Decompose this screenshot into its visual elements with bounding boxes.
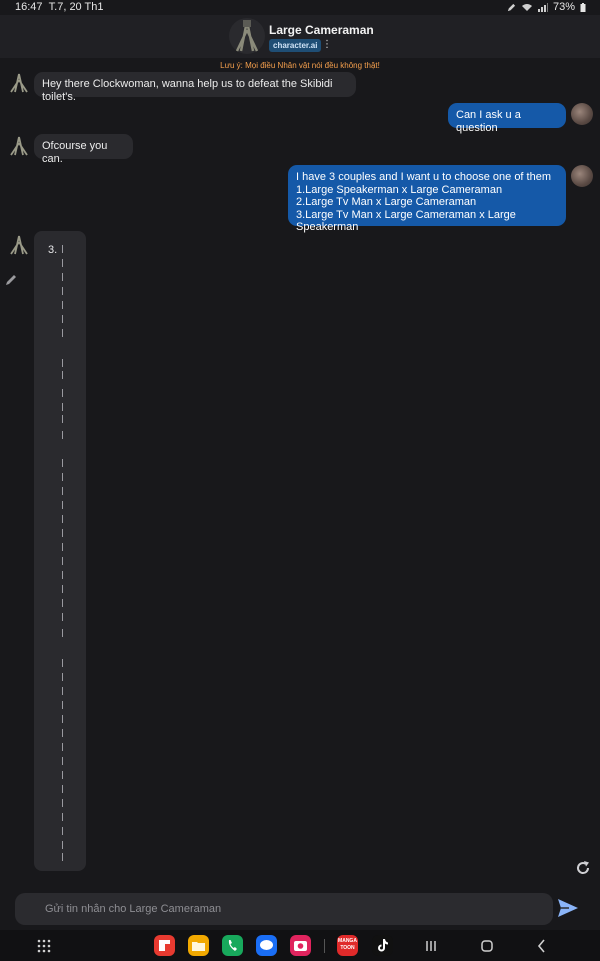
text-fragment — [62, 273, 63, 281]
text-fragment — [62, 571, 63, 579]
battery-level: 73% — [552, 1, 575, 13]
text-fragment — [62, 785, 63, 793]
status-time: 16:47 T.7, 20 Th1 — [15, 1, 104, 13]
text-fragment — [62, 259, 63, 267]
home-icon[interactable] — [476, 935, 498, 957]
phone-icon[interactable] — [222, 935, 243, 956]
text-fragment — [62, 557, 63, 565]
text-fragment — [62, 757, 63, 765]
text-fragment — [62, 529, 63, 537]
battery-icon — [580, 2, 586, 12]
message-line: I have 3 couples and I want u to choose … — [296, 171, 552, 183]
files-icon[interactable] — [188, 935, 209, 956]
text-fragment — [62, 245, 63, 253]
text-fragment — [62, 371, 63, 379]
text-fragment — [62, 389, 63, 397]
user-message: Can I ask u a question — [448, 103, 566, 134]
text-fragment — [62, 701, 63, 709]
recents-icon[interactable] — [420, 935, 442, 957]
text-fragment — [62, 543, 63, 551]
text-fragment — [62, 403, 63, 411]
status-bar: 16:47 T.7, 20 Th1 73% — [0, 0, 600, 14]
character-avatar[interactable] — [229, 18, 265, 54]
text-fragment — [62, 853, 63, 861]
user-message: I have 3 couples and I want u to choose … — [288, 165, 566, 233]
text-fragment — [62, 599, 63, 607]
text-fragment — [62, 687, 63, 695]
text-fragment — [62, 359, 63, 367]
chat-header: Large Cameraman character.ai ⋮ — [0, 15, 600, 58]
text-fragment — [62, 301, 63, 309]
messages-icon[interactable] — [256, 935, 277, 956]
bot-message: Hey there Clockwoman, wanna help us to d… — [34, 72, 356, 103]
more-vert-icon[interactable]: ⋮ — [322, 39, 332, 50]
text-fragment — [62, 501, 63, 509]
bot-avatar[interactable] — [8, 72, 30, 94]
list-number: 3. — [48, 244, 58, 256]
text-fragment — [62, 431, 63, 439]
edit-icon[interactable] — [4, 273, 18, 287]
back-icon[interactable] — [531, 935, 553, 957]
user-avatar[interactable] — [571, 165, 593, 187]
text-fragment — [62, 329, 63, 337]
text-fragment — [62, 729, 63, 737]
flipboard-icon[interactable] — [154, 935, 175, 956]
refresh-icon[interactable] — [574, 859, 592, 877]
disclaimer-notice: Lưu ý: Mọi điều Nhân vật nói đều không t… — [220, 61, 380, 70]
bot-avatar[interactable] — [8, 135, 30, 157]
status-icons: 73% — [507, 1, 586, 13]
text-fragment — [62, 585, 63, 593]
wifi-icon — [521, 3, 532, 11]
text-fragment — [62, 629, 63, 637]
text-fragment — [62, 415, 63, 423]
text-fragment — [62, 459, 63, 467]
user-avatar[interactable] — [571, 103, 593, 125]
mangatoon-icon[interactable]: MANGA TOON — [337, 935, 358, 956]
send-icon[interactable] — [557, 898, 579, 918]
text-fragment — [62, 287, 63, 295]
text-fragment — [62, 673, 63, 681]
text-fragment — [62, 315, 63, 323]
text-fragment — [62, 487, 63, 495]
bot-avatar[interactable] — [8, 234, 30, 256]
text-fragment — [62, 659, 63, 667]
text-fragment — [62, 715, 63, 723]
signal-icon — [537, 2, 548, 12]
text-fragment — [62, 827, 63, 835]
system-nav-bar: MANGA TOON — [0, 930, 600, 961]
dock-divider — [324, 939, 325, 953]
text-fragment — [62, 841, 63, 849]
text-fragment — [62, 515, 63, 523]
bot-message-truncated: 3. — [34, 231, 86, 871]
message-input[interactable] — [15, 893, 553, 925]
message-line: 3.Large Tv Man x Large Cameraman x Large… — [296, 208, 516, 234]
camera-icon[interactable] — [290, 935, 311, 956]
tiktok-icon[interactable] — [372, 935, 393, 956]
brand-badge: character.ai — [269, 39, 322, 52]
bot-message: Ofcourse you can. — [34, 134, 133, 165]
text-fragment — [62, 613, 63, 621]
text-fragment — [62, 743, 63, 751]
text-fragment — [62, 771, 63, 779]
mangatoon-label: MANGA TOON — [338, 938, 357, 951]
pen-icon — [507, 3, 516, 11]
message-line: 2.Large Tv Man x Large Cameraman — [296, 196, 477, 208]
message-input-bar — [15, 893, 553, 925]
character-name[interactable]: Large Cameraman — [269, 23, 374, 37]
text-fragment — [62, 813, 63, 821]
message-line: 1.Large Speakerman x Large Cameraman — [296, 183, 503, 196]
apps-grid-icon[interactable] — [33, 935, 55, 957]
text-fragment — [62, 473, 63, 481]
text-fragment — [62, 799, 63, 807]
